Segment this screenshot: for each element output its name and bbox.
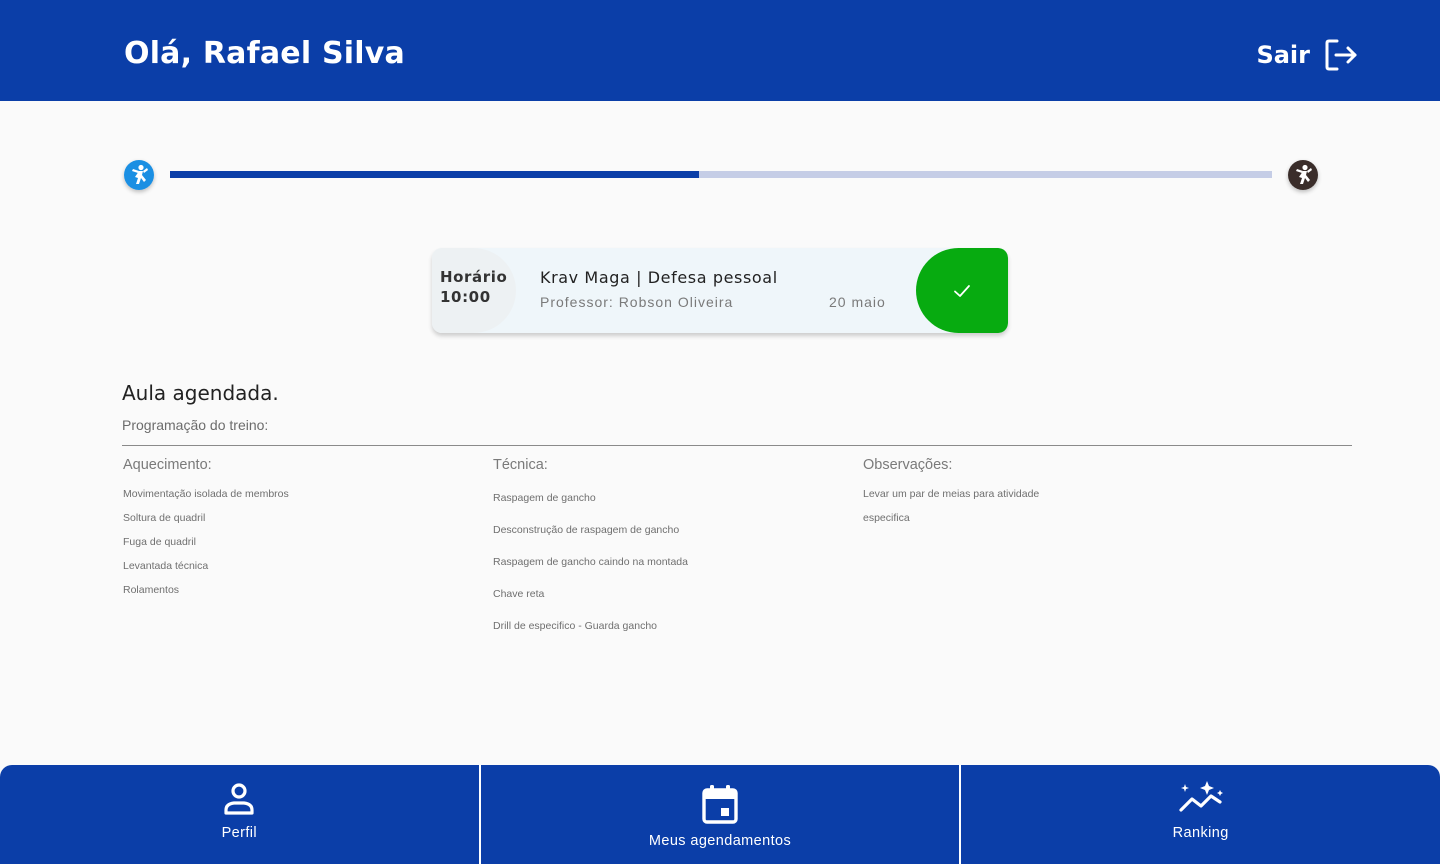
technique-item: Raspagem de gancho caindo na montada	[493, 556, 688, 568]
warmup-column: Aquecimento: Movimentação isolada de mem…	[123, 457, 453, 602]
class-date: 20 maio	[829, 294, 886, 310]
nav-label-ranking: Ranking	[1172, 825, 1229, 841]
time-block: Horário 10:00	[432, 248, 516, 333]
logout-button[interactable]: Sair	[1256, 38, 1358, 72]
confirm-button[interactable]	[916, 248, 1008, 333]
belt-progress	[124, 160, 1318, 190]
class-title: Krav Maga | Defesa pessoal	[540, 268, 778, 287]
notes-item: Levar um par de meias para atividade	[863, 488, 1040, 500]
time-value: 10:00	[440, 288, 491, 306]
calendar-icon	[702, 785, 738, 824]
progress-track	[170, 171, 1272, 178]
greeting-title: Olá, Rafael Silva	[124, 36, 405, 71]
notes-item: especifica	[863, 512, 910, 524]
technique-item: Drill de especifico - Guarda gancho	[493, 620, 658, 632]
technique-item: Raspagem de gancho	[493, 492, 596, 504]
technique-title: Técnica:	[493, 457, 548, 473]
logout-label: Sair	[1256, 41, 1310, 69]
progress-fill	[170, 171, 699, 178]
nav-item-agendamentos[interactable]: Meus agendamentos	[478, 765, 960, 864]
nav-label-agendamentos: Meus agendamentos	[648, 833, 792, 849]
class-teacher: Professor: Robson Oliveira	[540, 294, 734, 310]
nav-item-perfil[interactable]: Perfil	[0, 765, 479, 864]
technique-column: Técnica: Raspagem de gancho Desconstruçã…	[493, 457, 823, 642]
schedule-status: Aula agendada.	[122, 381, 279, 405]
logout-icon	[1325, 39, 1357, 71]
start-belt-icon	[124, 160, 154, 190]
bottom-navigation: Perfil Meus agendamentos Ranking	[0, 765, 1440, 864]
class-card[interactable]: Horário 10:00 Krav Maga | Defesa pessoal…	[432, 248, 1008, 333]
warmup-title: Aquecimento:	[123, 457, 212, 473]
check-icon	[954, 284, 970, 297]
warmup-item: Levantada técnica	[123, 560, 209, 572]
warmup-item: Rolamentos	[123, 584, 180, 596]
program-label: Programação do treino:	[122, 417, 269, 433]
time-label: Horário	[440, 268, 508, 286]
technique-item: Desconstrução de raspagem de gancho	[493, 524, 680, 536]
section-divider	[122, 445, 1352, 446]
warmup-item: Movimentação isolada de membros	[123, 488, 289, 500]
nav-item-ranking[interactable]: Ranking	[959, 765, 1440, 864]
nav-label-perfil: Perfil	[221, 825, 258, 841]
user-icon	[224, 783, 254, 815]
end-belt-icon	[1288, 160, 1318, 190]
notes-column: Observações: Levar um par de meias para …	[863, 457, 1103, 530]
warmup-item: Soltura de quadril	[123, 512, 206, 524]
technique-item: Chave reta	[493, 588, 545, 600]
warmup-item: Fuga de quadril	[123, 536, 196, 548]
header-bar: Olá, Rafael Silva Sair	[0, 0, 1440, 101]
notes-title: Observações:	[863, 457, 953, 473]
trending-sparkle-icon	[1179, 781, 1223, 812]
